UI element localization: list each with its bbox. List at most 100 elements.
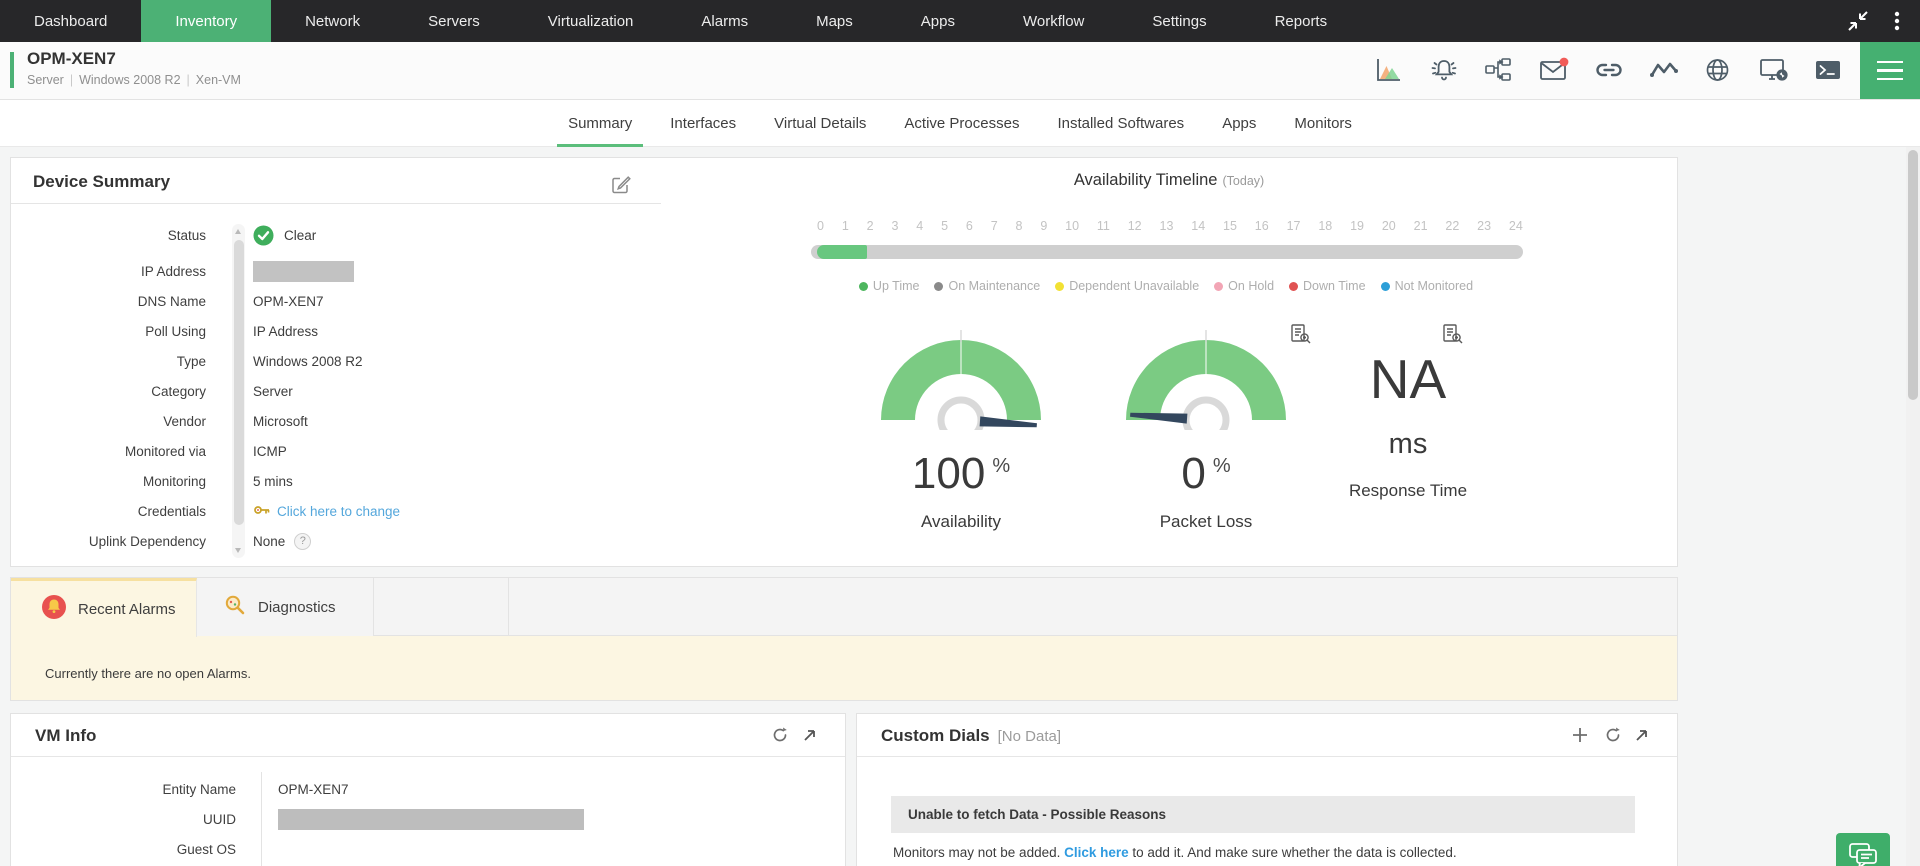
vm-value-uuid xyxy=(278,809,584,830)
response-time-gauge: NA ms Response Time xyxy=(1293,330,1523,501)
tab-diagnostics[interactable]: Diagnostics xyxy=(197,578,374,636)
custom-dials-title: Custom Dials[No Data] xyxy=(881,726,1061,746)
top-navbar: DashboardInventoryNetworkServersVirtuali… xyxy=(0,0,1920,42)
dials-expand-icon[interactable] xyxy=(1633,726,1651,744)
add-monitor-link[interactable]: Click here xyxy=(1064,845,1129,860)
field-text: Server xyxy=(253,384,293,399)
legend-item-on-maintenance: On Maintenance xyxy=(934,279,1040,293)
remote-session-icon[interactable] xyxy=(1759,57,1787,85)
nav-items: DashboardInventoryNetworkServersVirtuali… xyxy=(0,0,1361,42)
tab-interfaces[interactable]: Interfaces xyxy=(667,100,739,146)
legend-dot-dependent-unavailable xyxy=(1055,282,1064,291)
scrollbar-thumb[interactable] xyxy=(234,240,244,525)
link-dependency-icon[interactable] xyxy=(1594,57,1622,85)
vm-text: OPM-XEN7 xyxy=(278,782,349,797)
response-time-report-icon[interactable] xyxy=(1441,323,1463,345)
redacted-ip-value xyxy=(253,261,354,282)
kebab-menu-icon[interactable] xyxy=(1890,9,1904,33)
page-scrollbar-thumb[interactable] xyxy=(1908,150,1918,400)
timeline-hour-5: 5 xyxy=(941,219,948,233)
device-summary-rows: StatusClearIP AddressDNS NameOPM-XEN7Pol… xyxy=(11,220,661,556)
vm-row-entity-name: Entity NameOPM-XEN7 xyxy=(11,774,845,804)
pulse-monitor-icon[interactable] xyxy=(1649,57,1677,85)
field-label-credentials: Credentials xyxy=(11,504,206,519)
packet-loss-dial xyxy=(1121,330,1291,430)
device-summary-row-monitoring: Monitoring5 mins xyxy=(11,466,661,496)
nav-item-dashboard[interactable]: Dashboard xyxy=(0,0,141,42)
add-dial-icon[interactable] xyxy=(1571,726,1589,744)
nav-item-reports[interactable]: Reports xyxy=(1241,0,1362,42)
nav-item-servers[interactable]: Servers xyxy=(394,0,514,42)
device-summary-row-category: CategoryServer xyxy=(11,376,661,406)
device-summary-row-poll-using: Poll UsingIP Address xyxy=(11,316,661,346)
topology-workflow-icon[interactable] xyxy=(1484,57,1512,85)
field-label-vendor: Vendor xyxy=(11,414,206,429)
timeline-hour-22: 22 xyxy=(1445,219,1459,233)
timeline-hour-13: 13 xyxy=(1160,219,1174,233)
legend-item-dependent-unavailable: Dependent Unavailable xyxy=(1055,279,1199,293)
dials-refresh-icon[interactable] xyxy=(1604,726,1622,744)
field-value-type: Windows 2008 R2 xyxy=(253,354,363,369)
tab-recent-alarms[interactable]: Recent Alarms xyxy=(11,578,197,637)
chat-support-button[interactable] xyxy=(1836,833,1890,866)
packet-loss-value: 0% xyxy=(1086,452,1326,496)
mail-notification-icon[interactable] xyxy=(1539,57,1567,85)
custom-dials-header: Custom Dials[No Data] xyxy=(857,714,1677,757)
help-icon[interactable]: ? xyxy=(294,533,311,550)
timeline-hour-2: 2 xyxy=(867,219,874,233)
tab-active-processes[interactable]: Active Processes xyxy=(901,100,1022,146)
device-summary-row-monitored-via: Monitored viaICMP xyxy=(11,436,661,466)
legend-item-down-time: Down Time xyxy=(1289,279,1366,293)
nav-item-alarms[interactable]: Alarms xyxy=(667,0,782,42)
vm-info-header: VM Info xyxy=(11,714,845,757)
tab-apps[interactable]: Apps xyxy=(1219,100,1259,146)
packet-loss-report-icon[interactable] xyxy=(1289,323,1311,345)
nav-item-network[interactable]: Network xyxy=(271,0,394,42)
globe-web-icon[interactable] xyxy=(1704,57,1732,85)
field-label-type: Type xyxy=(11,354,206,369)
timeline-hour-7: 7 xyxy=(991,219,998,233)
timeline-hour-10: 10 xyxy=(1065,219,1079,233)
key-icon xyxy=(253,502,271,521)
error-text-after: to add it. And make sure whether the dat… xyxy=(1129,845,1457,860)
navbar-actions xyxy=(1846,0,1920,42)
vm-info-rows: Entity NameOPM-XEN7UUIDGuest OS xyxy=(11,774,845,864)
nav-item-inventory[interactable]: Inventory xyxy=(141,0,271,42)
diagnostics-tab-label: Diagnostics xyxy=(258,599,336,616)
credentials-change-link[interactable]: Click here to change xyxy=(277,504,400,519)
tab-summary[interactable]: Summary xyxy=(565,100,635,146)
nav-item-settings[interactable]: Settings xyxy=(1118,0,1240,42)
field-text: OPM-XEN7 xyxy=(253,294,324,309)
tab-monitors[interactable]: Monitors xyxy=(1291,100,1355,146)
field-label-uplink-dependency: Uplink Dependency xyxy=(11,534,206,549)
vm-expand-icon[interactable] xyxy=(801,726,819,744)
legend-label-dependent-unavailable: Dependent Unavailable xyxy=(1069,279,1199,293)
field-value-vendor: Microsoft xyxy=(253,414,308,429)
edit-device-icon[interactable] xyxy=(611,174,631,199)
legend-label-on-hold: On Hold xyxy=(1228,279,1274,293)
nav-item-workflow[interactable]: Workflow xyxy=(989,0,1118,42)
alarm-bell-icon[interactable] xyxy=(1429,57,1457,85)
terminal-icon[interactable] xyxy=(1814,57,1842,85)
uplink-dependency-value: None xyxy=(253,534,285,549)
nav-item-virtualization[interactable]: Virtualization xyxy=(514,0,668,42)
page-scrollbar[interactable] xyxy=(1906,147,1920,866)
performance-chart-icon[interactable] xyxy=(1374,57,1402,85)
fetch-error-message: Monitors may not be added. Click here to… xyxy=(893,845,1457,860)
legend-dot-on-maintenance xyxy=(934,282,943,291)
timeline-bar[interactable] xyxy=(811,245,1523,259)
packet-loss-label: Packet Loss xyxy=(1086,512,1326,532)
vm-refresh-icon[interactable] xyxy=(771,726,789,744)
field-value-status: Clear xyxy=(253,225,316,246)
device-summary-row-status: StatusClear xyxy=(11,220,661,250)
nav-item-maps[interactable]: Maps xyxy=(782,0,887,42)
packet-loss-gauge: 0% Packet Loss xyxy=(1086,330,1326,532)
field-value-credentials: Click here to change xyxy=(253,502,400,521)
collapse-fullscreen-icon[interactable] xyxy=(1846,9,1870,33)
hamburger-menu-button[interactable] xyxy=(1860,42,1920,99)
tab-installed-softwares[interactable]: Installed Softwares xyxy=(1054,100,1187,146)
device-summary-scrollbar[interactable] xyxy=(232,224,245,558)
nav-item-apps[interactable]: Apps xyxy=(887,0,989,42)
no-alarms-message: Currently there are no open Alarms. xyxy=(45,666,251,681)
tab-virtual-details[interactable]: Virtual Details xyxy=(771,100,869,146)
